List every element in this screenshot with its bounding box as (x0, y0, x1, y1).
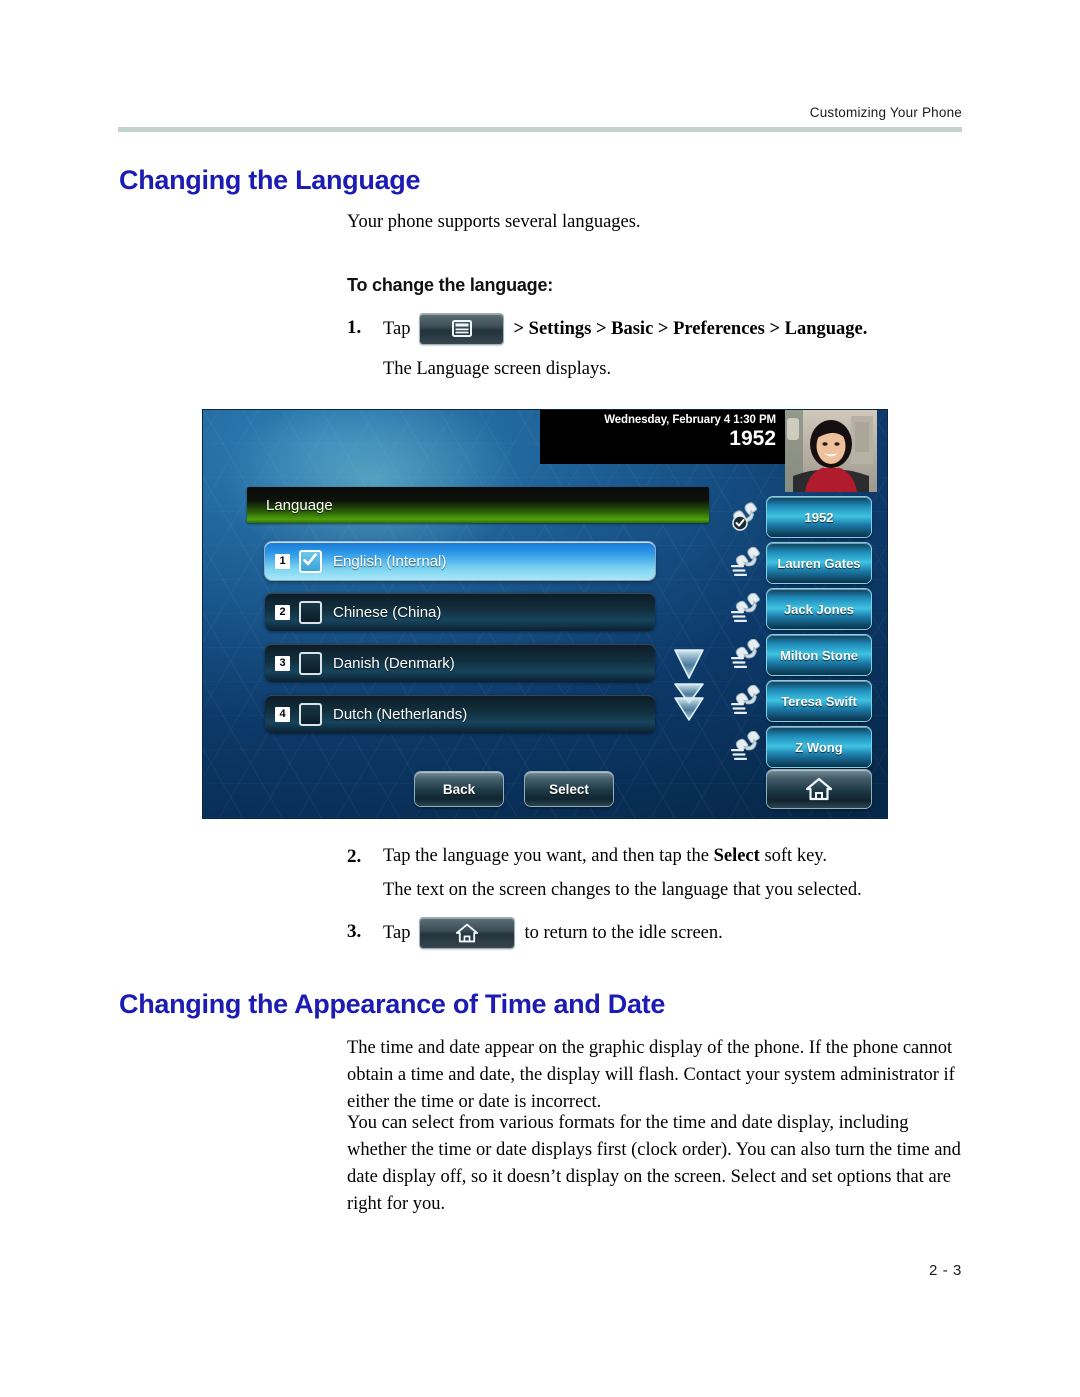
checkbox-1[interactable] (299, 549, 322, 573)
line-key-button-2[interactable]: Lauren Gates (767, 543, 871, 583)
checkbox-4[interactable] (299, 702, 322, 726)
page-title-2: Changing the Appearance of Time and Date (119, 989, 666, 1019)
step-2-number: 2. (347, 846, 362, 867)
near-site-video-icon[interactable] (785, 410, 877, 492)
line-key-label-1: 1952 (804, 509, 834, 525)
step-1: 1. Tap > Settings > Basic > Preferences … (347, 314, 987, 344)
handset-blf-icon (731, 546, 765, 579)
line-key-column: 1952 Lauren Gates Jack Jones Milton Ston… (731, 495, 881, 771)
step-1-result: The Language screen displays. (383, 359, 612, 379)
page-number: 2 - 3 (928, 1262, 962, 1279)
intro-paragraph: Your phone supports several languages. (347, 212, 641, 232)
checkbox-3[interactable] (299, 651, 322, 675)
handset-blf-icon (731, 638, 765, 671)
list-index-3: 3 (275, 655, 290, 671)
line-key-1[interactable]: 1952 (731, 495, 881, 540)
step-2-body: Tap the language you want, and then tap … (383, 843, 987, 870)
select-soft-key[interactable]: Select (525, 772, 613, 806)
step-3-lead: Tap (383, 922, 411, 943)
line-key-button-6[interactable]: Z Wong (767, 727, 871, 767)
line-key-label-4: Milton Stone (780, 647, 858, 663)
step-3-body: Tap to return to the idle screen. (383, 918, 987, 948)
screen-title-bar: Language (247, 487, 709, 523)
step-3-number: 3. (347, 921, 362, 942)
line-key-button-5[interactable]: Teresa Swift (767, 681, 871, 721)
sub-head: To change the language: (347, 275, 554, 295)
language-list-item-2[interactable]: 2 Chinese (China) (265, 593, 655, 631)
step-1-number: 1. (347, 317, 362, 338)
line-key-button-3[interactable]: Jack Jones (767, 589, 871, 629)
back-soft-key-label: Back (442, 781, 476, 797)
language-list-item-4[interactable]: 4 Dutch (Netherlands) (265, 695, 655, 733)
step-3-tail: to return to the idle screen. (524, 922, 723, 943)
list-index-2: 2 (275, 604, 290, 620)
line-key-5[interactable]: Teresa Swift (731, 679, 881, 724)
status-bar-extension: 1952 (729, 427, 776, 450)
section-2-paragraph-2: You can select from various formats for … (347, 1113, 961, 1214)
language-label-3: Danish (Denmark) (333, 654, 455, 672)
status-bar: Wednesday, February 4 1:30 PM 1952 (540, 410, 785, 464)
line-key-label-2: Lauren Gates (777, 555, 861, 571)
section-2-paragraph-1-wrapper: The time and date appear on the graphic … (347, 1035, 963, 1116)
status-bar-datetime: Wednesday, February 4 1:30 PM (604, 414, 776, 426)
step-2-text-after: soft key. (759, 846, 827, 866)
select-soft-key-label: Select (549, 781, 589, 797)
sub-head-wrapper: To change the language: (347, 272, 963, 299)
header-rule (118, 127, 962, 132)
document-page: Customizing Your Phone Changing the Lang… (0, 0, 1080, 1397)
list-index-4: 4 (275, 706, 290, 722)
line-key-4[interactable]: Milton Stone (731, 633, 881, 678)
step-1-body: Tap > Settings > Basic > Preferences > L… (383, 314, 987, 344)
running-head: Customizing Your Phone (809, 105, 962, 120)
screen-title-label: Language (266, 496, 333, 514)
step-2: 2. Tap the language you want, and then t… (347, 843, 987, 870)
step-1-lead: Tap (383, 318, 411, 339)
home-key-button[interactable] (767, 770, 871, 808)
home-icon (805, 777, 833, 801)
language-label-4: Dutch (Netherlands) (333, 705, 468, 723)
language-label-2: Chinese (China) (333, 603, 442, 621)
line-key-label-6: Z Wong (795, 739, 843, 755)
intro-paragraph-wrapper: Your phone supports several languages. (347, 209, 963, 236)
back-soft-key[interactable]: Back (415, 772, 503, 806)
line-key-button-4[interactable]: Milton Stone (767, 635, 871, 675)
step-1-path: > Settings > Basic > Preferences > Langu… (513, 318, 868, 339)
scroll-indicators (672, 648, 706, 727)
section-2-paragraph-1: The time and date appear on the graphic … (347, 1038, 955, 1112)
step-2-text-before: Tap the language you want, and then tap … (383, 846, 714, 866)
home-key-icon[interactable] (420, 918, 515, 948)
list-index-1: 1 (275, 553, 290, 569)
checkbox-2[interactable] (299, 600, 322, 624)
handset-registered-icon (731, 501, 765, 533)
line-key-label-3: Jack Jones (783, 601, 855, 617)
line-key-3[interactable]: Jack Jones (731, 587, 881, 632)
soft-key-bar: Back Select (415, 772, 613, 806)
line-key-6[interactable]: Z Wong (731, 725, 881, 770)
step-2-result: The text on the screen changes to the la… (383, 880, 862, 900)
step-3: 3. Tap to return to the idle screen. (347, 918, 987, 948)
language-label-1: English (Internal) (333, 552, 447, 570)
handset-blf-icon (731, 730, 765, 763)
scroll-down-icon (674, 649, 704, 679)
step-2-bold: Select (713, 846, 760, 866)
language-list: 1 English (Internal) 2 Chinese (China) 3… (265, 542, 655, 746)
phone-screen-figure: Wednesday, February 4 1:30 PM 1952 Langu… (203, 410, 887, 818)
line-key-label-5: Teresa Swift (781, 693, 857, 709)
page-title: Changing the Language (119, 165, 421, 195)
language-list-item-3[interactable]: 3 Danish (Denmark) (265, 644, 655, 682)
language-list-item-1[interactable]: 1 English (Internal) (265, 542, 655, 580)
line-key-2[interactable]: Lauren Gates (731, 541, 881, 586)
section-2-paragraph-2-wrapper: You can select from various formats for … (347, 1110, 963, 1218)
handset-blf-icon (731, 592, 765, 625)
scroll-page-down-icon (674, 683, 704, 721)
menu-key-icon[interactable] (420, 314, 504, 344)
handset-blf-icon (731, 684, 765, 717)
line-key-button-1[interactable]: 1952 (767, 497, 871, 537)
